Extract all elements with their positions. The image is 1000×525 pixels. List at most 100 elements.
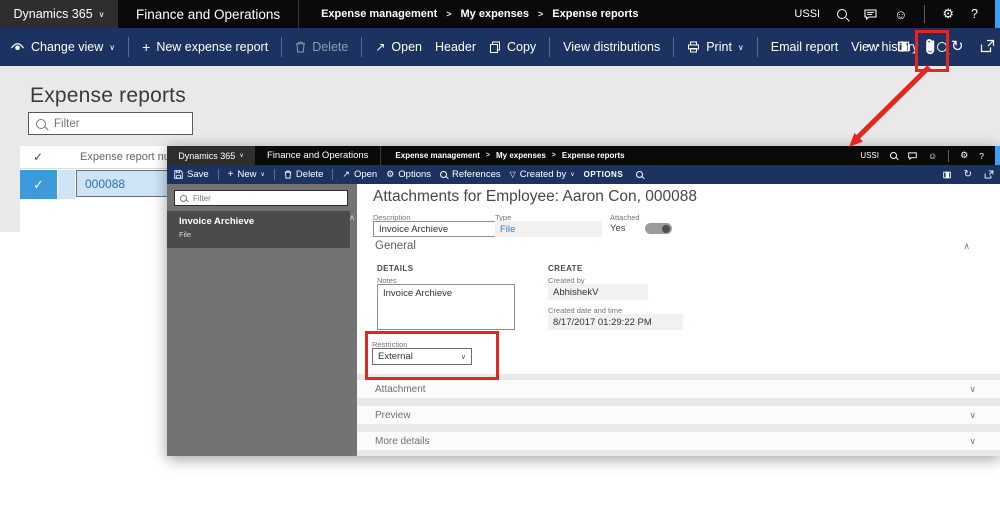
delete-button[interactable]: Delete	[295, 40, 348, 54]
tab-options[interactable]: OPTIONS	[584, 170, 624, 179]
row-selected-checkbox[interactable]: ✓	[20, 170, 57, 199]
details-group-header: DETAILS	[377, 264, 414, 273]
more-commands-icon[interactable]: ⋯	[866, 36, 882, 54]
expand-icon: ∨	[969, 435, 976, 446]
plus-icon: +	[227, 169, 234, 180]
help-icon[interactable]: ?	[971, 7, 978, 21]
help-icon[interactable]: ?	[979, 151, 984, 161]
attach-icon[interactable]	[924, 37, 937, 56]
popout-icon[interactable]	[980, 39, 995, 53]
inner-delete-button[interactable]: Delete	[284, 169, 323, 180]
search-icon[interactable]	[889, 152, 897, 159]
app-label: Dynamics 365	[13, 7, 93, 21]
attachments-window: Dynamics 365 ∨ Finance and Operations Ex…	[167, 146, 1000, 456]
save-icon	[174, 170, 183, 179]
inner-product-name[interactable]: Finance and Operations	[267, 150, 368, 161]
feedback-icon[interactable]	[908, 151, 917, 160]
scrollbar-up-icon[interactable]: ∧	[349, 213, 355, 222]
view-distributions-button[interactable]: View distributions	[563, 40, 660, 54]
references-button[interactable]: References	[440, 169, 501, 180]
gear-icon[interactable]: ⚙	[960, 150, 968, 161]
section-attachment[interactable]: Attachment ∨	[357, 380, 1000, 398]
restriction-select[interactable]: External ∨	[372, 348, 472, 365]
email-report-button[interactable]: Email report	[771, 40, 838, 54]
account-badge-partial[interactable]	[995, 0, 1000, 28]
inner-top-nav: Dynamics 365 ∨ Finance and Operations Ex…	[167, 146, 1000, 165]
grid-filter-input[interactable]	[52, 116, 185, 131]
smiley-icon[interactable]: ☺	[928, 151, 937, 161]
section-more-details[interactable]: More details ∨	[357, 432, 1000, 450]
account-badge-partial[interactable]	[995, 146, 1000, 165]
open-button[interactable]: ↗ Open	[375, 40, 422, 54]
general-section-title[interactable]: General	[375, 240, 416, 252]
description-input[interactable]	[373, 221, 503, 237]
attached-label: Attached	[610, 213, 640, 222]
attachment-list-item-selected[interactable]: Invoice Archieve File	[167, 211, 350, 248]
save-label: Save	[187, 169, 209, 180]
select-all-check-icon[interactable]: ✓	[33, 150, 43, 164]
copy-button[interactable]: Copy	[489, 40, 536, 54]
gear-icon[interactable]: ⚙	[942, 6, 954, 22]
trash-icon	[284, 170, 292, 179]
search-icon[interactable]	[837, 9, 848, 19]
open-in-office-icon[interactable]	[942, 170, 952, 180]
inner-breadcrumb: Expense management > My expenses > Expen…	[395, 151, 624, 160]
change-view-label: Change view	[31, 40, 104, 54]
print-button[interactable]: Print ∨	[687, 40, 744, 54]
attached-toggle[interactable]	[645, 223, 672, 234]
chevron-down-icon: ∨	[460, 353, 466, 361]
expense-report-number-link[interactable]: 000088	[85, 177, 125, 191]
new-expense-report-label: New expense report	[156, 40, 269, 54]
inner-breadcrumb-section[interactable]: My expenses	[496, 151, 546, 160]
sidebar-filter-input[interactable]	[191, 192, 342, 204]
new-expense-report-button[interactable]: + New expense report	[142, 39, 268, 55]
open-label: Open	[391, 40, 422, 54]
action-search-icon[interactable]	[636, 171, 644, 178]
action-search-icon[interactable]	[937, 42, 948, 52]
open-in-office-icon[interactable]	[896, 39, 911, 54]
references-label: References	[452, 169, 501, 180]
attached-value: Yes	[610, 223, 626, 234]
header-label: Header	[434, 40, 476, 54]
product-name[interactable]: Finance and Operations	[136, 7, 280, 22]
divider	[281, 37, 283, 57]
inner-breadcrumb-module[interactable]: Expense management	[395, 151, 479, 160]
divider	[549, 37, 551, 57]
change-view-button[interactable]: Change view ∨	[10, 40, 115, 54]
inner-company-selector[interactable]: USSI	[860, 151, 879, 160]
app-switcher[interactable]: Dynamics 365 ∨	[0, 0, 118, 28]
inner-breadcrumb-page[interactable]: Expense reports	[562, 151, 625, 160]
section-preview[interactable]: Preview ∨	[357, 406, 1000, 424]
new-label: New	[237, 169, 257, 180]
smiley-icon[interactable]: ☺	[894, 7, 907, 22]
created-by-filter-button[interactable]: ▽ Created by ∨	[510, 169, 575, 180]
notes-textarea[interactable]: Invoice Archieve	[377, 284, 515, 330]
feedback-icon[interactable]	[864, 8, 877, 20]
search-icon	[440, 171, 448, 178]
breadcrumb-module[interactable]: Expense management	[321, 8, 437, 20]
company-selector[interactable]: USSI	[794, 8, 820, 20]
divider	[298, 0, 300, 28]
divider	[380, 146, 382, 165]
breadcrumb-separator: >	[446, 9, 452, 19]
refresh-icon[interactable]: ↻	[951, 37, 964, 55]
created-by-label: Created by	[519, 169, 567, 180]
page-title: Expense reports	[30, 84, 186, 107]
save-button[interactable]: Save	[174, 169, 209, 180]
refresh-icon[interactable]: ↻	[964, 169, 972, 180]
sidebar-filter-box[interactable]	[174, 190, 348, 206]
collapse-icon[interactable]: ∧	[963, 241, 970, 252]
inner-open-button[interactable]: ↗ Open	[342, 169, 377, 180]
divider	[756, 37, 758, 57]
attachment-detail-panel: Attachments for Employee: Aaron Con, 000…	[357, 184, 1000, 456]
breadcrumb-section[interactable]: My expenses	[461, 8, 529, 20]
options-button[interactable]: ⚙ Options	[386, 169, 431, 180]
new-button[interactable]: + New ∨	[228, 169, 265, 180]
divider	[217, 169, 219, 180]
header-button[interactable]: Header	[435, 40, 476, 54]
gear-icon: ⚙	[386, 169, 395, 179]
breadcrumb-page[interactable]: Expense reports	[552, 8, 638, 20]
popout-icon[interactable]	[984, 170, 994, 179]
grid-filter-box[interactable]	[28, 112, 193, 135]
inner-app-switcher[interactable]: Dynamics 365 ∨	[167, 146, 255, 165]
